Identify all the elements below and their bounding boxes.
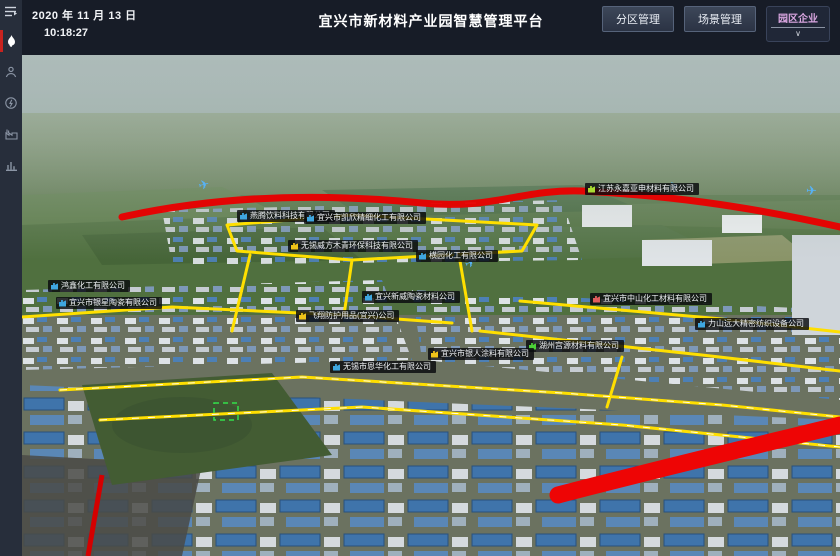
sidebar-item-statistics[interactable]	[0, 152, 22, 178]
sidebar-item-factory[interactable]	[0, 121, 22, 147]
company-label[interactable]: 横园化工有限公司	[416, 250, 498, 262]
factory-marker-icon	[593, 296, 600, 303]
sidebar	[0, 0, 22, 556]
factory-marker-icon	[365, 294, 372, 301]
company-label-text: 宜兴市银人涂料有限公司	[441, 349, 529, 359]
factory-marker-icon	[333, 364, 340, 371]
company-label-text: 宜兴市银星陶瓷有限公司	[69, 298, 157, 308]
company-label[interactable]: 力山远大精密纺织设备公司	[695, 318, 809, 330]
park-enterprises-label: 园区企业	[771, 9, 825, 28]
company-label[interactable]: 湖州宫源材料有限公司	[526, 340, 624, 352]
company-label[interactable]: 宜兴市银人涂料有限公司	[428, 348, 534, 360]
company-label-text: 飞翔防护用品(宜兴)公司	[309, 311, 394, 321]
header-bar: 2020 年 11 月 13 日 10:18:27 宜兴市新材料产业园智慧管理平…	[22, 0, 840, 55]
factory-marker-icon	[431, 351, 438, 358]
factory-marker-icon	[240, 213, 247, 220]
smart-park-platform: 2020 年 11 月 13 日 10:18:27 宜兴市新材料产业园智慧管理平…	[0, 0, 840, 556]
factory-marker-icon	[698, 321, 705, 328]
factory-icon	[5, 128, 18, 140]
company-label-text: 宜兴新威陶瓷材料公司	[375, 292, 455, 302]
company-label[interactable]: 宜兴市凯欣精细化工有限公司	[304, 212, 426, 224]
factory-marker-icon	[299, 313, 306, 320]
company-label-text: 横园化工有限公司	[429, 251, 493, 261]
scene-management-button[interactable]: 场景管理	[684, 6, 756, 32]
company-label[interactable]: 江苏永嘉亚申材料有限公司	[585, 183, 699, 195]
zone-management-button[interactable]: 分区管理	[602, 6, 674, 32]
park-enterprises-dropdown[interactable]: 园区企业 ∨	[766, 6, 830, 42]
power-icon	[5, 97, 17, 109]
company-label-text: 鸿鑫化工有限公司	[61, 281, 125, 291]
svg-text:✈: ✈	[806, 183, 817, 198]
header-actions: 分区管理 场景管理 园区企业 ∨	[602, 6, 830, 42]
company-label[interactable]: 无锡市恩华化工有限公司	[330, 361, 436, 373]
factory-marker-icon	[291, 243, 298, 250]
sidebar-item-person[interactable]	[0, 59, 22, 85]
hamburger-icon	[5, 6, 18, 17]
company-label[interactable]: 飞翔防护用品(宜兴)公司	[296, 310, 399, 322]
map-3d-scene[interactable]: ✈ ✈ ✈ ✈ ✈ 燕腾饮料科技有限公司宜兴市凯欣精细化工有限公司无锡威方木青环…	[22, 55, 840, 556]
company-label[interactable]: 宜兴市中山化工材料有限公司	[590, 293, 712, 305]
company-label[interactable]: 鸿鑫化工有限公司	[48, 280, 130, 292]
company-label-text: 宜兴市中山化工材料有限公司	[603, 294, 707, 304]
company-label[interactable]: 宜兴新威陶瓷材料公司	[362, 291, 460, 303]
factory-marker-icon	[588, 186, 595, 193]
page-title: 宜兴市新材料产业园智慧管理平台	[319, 11, 544, 31]
factory-marker-icon	[51, 283, 58, 290]
company-label-text: 宜兴市凯欣精细化工有限公司	[317, 213, 421, 223]
sidebar-item-power[interactable]	[0, 90, 22, 116]
bar-chart-icon	[5, 159, 18, 171]
company-label-text: 力山远大精密纺织设备公司	[708, 319, 804, 329]
flame-icon	[6, 35, 17, 48]
company-label[interactable]: 宜兴市银星陶瓷有限公司	[56, 297, 162, 309]
company-label[interactable]: 无锡威方木青环保科技有限公司	[288, 240, 418, 252]
factory-marker-icon	[419, 253, 426, 260]
current-date: 2020 年 11 月 13 日	[32, 7, 137, 23]
person-icon	[5, 66, 17, 78]
active-indicator	[0, 30, 3, 52]
company-label-text: 江苏永嘉亚申材料有限公司	[598, 184, 694, 194]
company-label-text: 湖州宫源材料有限公司	[539, 341, 619, 351]
company-label-text: 无锡市恩华化工有限公司	[343, 362, 431, 372]
factory-marker-icon	[59, 300, 66, 307]
menu-toggle-button[interactable]	[0, 0, 22, 22]
factory-marker-icon	[307, 215, 314, 222]
company-label-text: 无锡威方木青环保科技有限公司	[301, 241, 413, 251]
sidebar-item-fire[interactable]	[0, 28, 22, 54]
current-time: 10:18:27	[44, 27, 88, 39]
chevron-down-icon: ∨	[795, 28, 801, 41]
